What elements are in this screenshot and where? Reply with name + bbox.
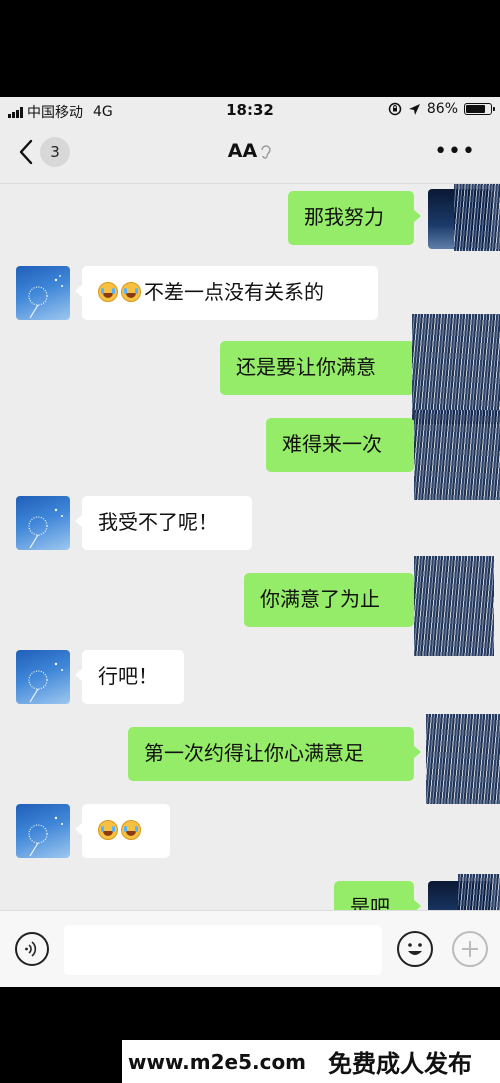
message-text: 不差一点没有关系的: [144, 280, 324, 304]
emoji-crying-laughing-icon: [98, 282, 118, 302]
scribble-overlay: [454, 184, 500, 251]
message-bubble[interactable]: 不差一点没有关系的: [75, 266, 378, 320]
chat-title: AA: [0, 140, 500, 162]
dandelion-icon: [28, 816, 63, 857]
status-bar: 中国移动 4G 18:32 86%: [0, 97, 500, 123]
watermark-banner: www.m2e5.com 免费成人发布: [122, 1040, 500, 1083]
battery-fill: [466, 105, 485, 113]
avatar[interactable]: [16, 266, 70, 320]
emoji-crying-laughing-icon: [98, 820, 118, 840]
chat-title-text: AA: [227, 140, 258, 162]
message-bubble[interactable]: 你满意了为止: [244, 573, 421, 627]
battery-icon: [464, 103, 495, 115]
watermark-text: 免费成人发布: [328, 1050, 473, 1078]
dandelion-icon: [28, 275, 63, 319]
input-bar: [0, 910, 500, 987]
dandelion-icon: [28, 508, 63, 549]
scribble-overlay: [414, 410, 500, 500]
dandelion-icon: [28, 662, 63, 703]
emoji-crying-laughing-icon: [121, 282, 141, 302]
voice-button[interactable]: [15, 932, 49, 966]
message-bubble[interactable]: 难得来一次: [266, 418, 421, 472]
scribble-overlay: [414, 556, 494, 656]
message-bubble[interactable]: 还是要让你满意: [220, 341, 421, 395]
message-bubble[interactable]: 那我努力: [288, 191, 421, 245]
message-bubble[interactable]: 第一次约得让你心满意足: [128, 727, 421, 781]
message-bubble[interactable]: 我受不了呢！: [75, 496, 252, 550]
avatar[interactable]: [16, 650, 70, 704]
avatar[interactable]: [16, 496, 70, 550]
location-icon: [408, 103, 420, 115]
emoji-button[interactable]: [397, 931, 433, 967]
status-right: 86%: [388, 101, 495, 117]
more-options-button[interactable]: •••: [434, 139, 476, 164]
watermark-url: www.m2e5.com: [128, 1049, 307, 1074]
message-bubble[interactable]: 是吧: [334, 881, 421, 911]
message-bubble[interactable]: 行吧！: [75, 650, 184, 704]
scribble-overlay: [412, 314, 500, 424]
message-list: 那我努力 不差一点没有关系的 还是要让你满意 难得来一次 我受不了呢！ 你满意了…: [0, 184, 500, 911]
scribble-overlay: [458, 874, 500, 911]
emoji-icon: [408, 943, 422, 955]
scribble-overlay: [426, 714, 500, 804]
avatar[interactable]: [16, 804, 70, 858]
voice-icon: [25, 941, 37, 957]
plus-button[interactable]: [452, 931, 488, 967]
message-input[interactable]: [64, 925, 382, 975]
orientation-lock-icon: [388, 102, 402, 116]
phone-screen: 中国移动 4G 18:32 86% 3 AA ••• 那我努力 不差一点没有关系…: [0, 97, 500, 987]
earpiece-mode-icon: [261, 144, 271, 159]
chat-header: 3 AA •••: [0, 123, 500, 184]
message-bubble[interactable]: [75, 804, 170, 858]
battery-percent: 86%: [426, 101, 458, 117]
plus-icon: [462, 941, 478, 957]
emoji-crying-laughing-icon: [121, 820, 141, 840]
